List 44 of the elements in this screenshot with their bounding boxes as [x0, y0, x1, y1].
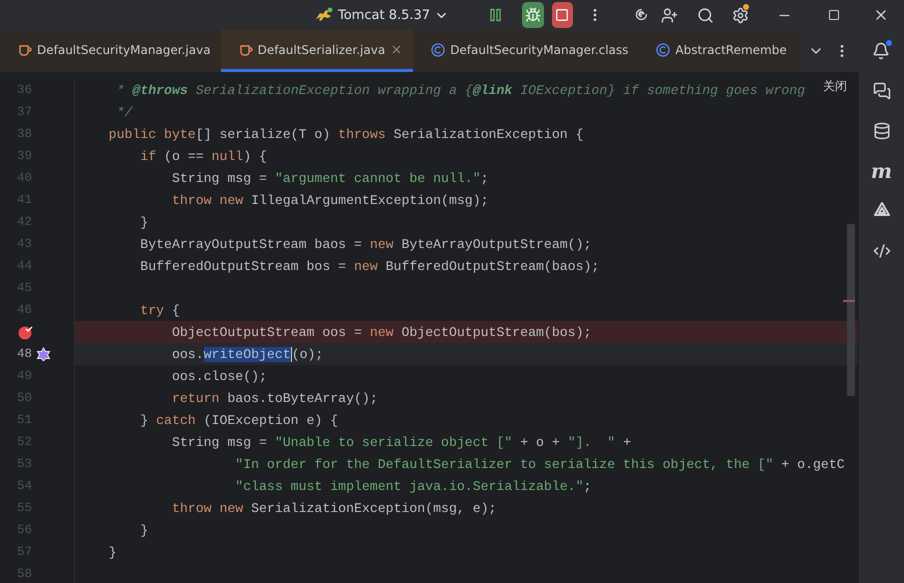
code-line: try { — [139, 302, 180, 318]
code-line: oos.close(); — [170, 368, 267, 384]
code-line: String msg = "Unable to serialize object [" + o + "]. " + — [170, 434, 631, 450]
error-stripe-mark — [843, 300, 855, 302]
run-config-selector[interactable]: Tomcat 8.5.37 — [310, 2, 454, 28]
class-c-icon — [431, 42, 446, 56]
stop-icon — [555, 8, 570, 22]
editor-tab[interactable]: DefaultSecurityManager.java — [0, 30, 221, 72]
code-line: throw new IllegalArgumentException(msg); — [170, 192, 489, 208]
editor-tab[interactable]: DefaultSecurityManager.class — [413, 30, 638, 72]
code-line: return baos.toByteArray(); — [170, 390, 378, 406]
debug-button[interactable] — [522, 2, 544, 28]
code-line: throw new SerializationException(msg, e); — [170, 500, 496, 516]
code-line: ByteArrayOutputStream baos = new ByteArrayOutputStream(); — [139, 236, 592, 252]
editor-tab[interactable]: AbstractRemembe — [638, 30, 797, 72]
scrollbar-thumb[interactable] — [847, 224, 855, 396]
code-line: } — [139, 522, 148, 538]
code-line: } — [108, 544, 117, 560]
code-line: */ — [116, 104, 132, 120]
coffee-cup-icon — [18, 42, 32, 56]
pause-bars-icon — [488, 8, 503, 22]
execution-point-icon — [36, 347, 51, 361]
editor-tab[interactable]: DefaultSerializer.java — [220, 30, 414, 72]
code-line: String msg = "argument cannot be null."; — [170, 170, 489, 186]
cat-icon — [314, 7, 334, 23]
code-line: } catch (IOException e) { — [139, 412, 338, 428]
code-line: if (o == null) { — [139, 148, 267, 164]
close-tab-icon[interactable] — [390, 43, 404, 56]
code-line: "In order for the DefaultSerializer to serialize this object, the [" + o.getC — [234, 456, 845, 472]
code-line: ObjectOutputStream oos = new ObjectOutputStream(bos); — [170, 324, 592, 340]
coffee-cup-icon — [238, 42, 253, 56]
breakpoint-icon[interactable] — [18, 324, 33, 340]
stop-button[interactable] — [552, 2, 573, 28]
code-line: * @throws SerializationException wrapping a {@link IOException} if something goes wrong — [116, 82, 806, 98]
code-line: oos.writeObject(o); — [170, 346, 324, 362]
code-line: BufferedOutputStream bos = new BufferedOutputStream(baos); — [139, 258, 600, 274]
maven-button[interactable]: m — [868, 158, 896, 184]
close-hint[interactable]: 关闭 — [823, 78, 847, 95]
code-line: "class must implement java.io.Serializable."; — [234, 478, 592, 494]
bug-icon — [524, 7, 541, 23]
line-number: 48 — [16, 347, 32, 361]
code-line: public byte[] serialize(T o) throws SerializationException { — [108, 126, 584, 142]
code-line: } — [139, 214, 148, 230]
class-c-icon — [656, 42, 670, 56]
